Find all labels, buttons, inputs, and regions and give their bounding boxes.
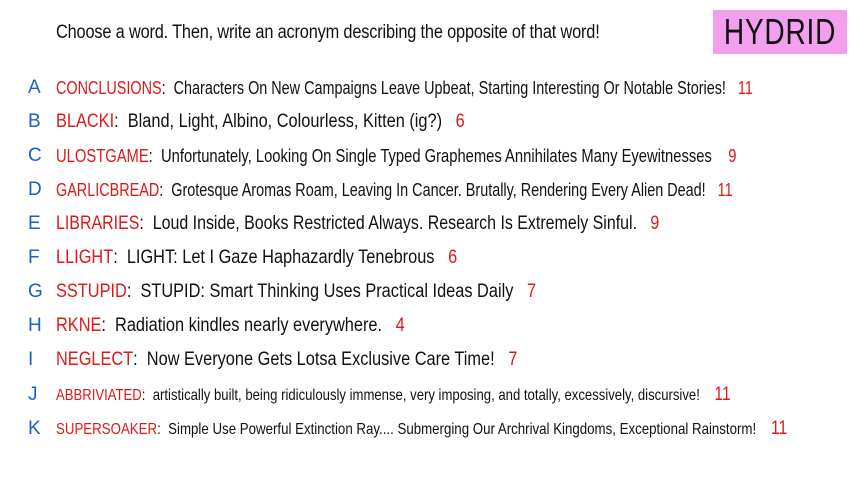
item-word: GARLICBREAD — [56, 179, 160, 200]
list-item: B BLACKI: Bland, Light, Albino, Colourle… — [28, 111, 465, 132]
item-letter: H — [28, 315, 42, 336]
instructions-text: Choose a word. Then, write an acronym de… — [56, 22, 600, 43]
item-letter: A — [28, 77, 41, 98]
list-item: G SSTUPID: STUPID: Smart Thinking Uses P… — [28, 281, 537, 302]
item-letter: G — [28, 281, 43, 302]
list-item: K SUPERSOAKER: Simple Use Powerful Extin… — [28, 418, 788, 439]
item-word: ABBRIVIATED — [56, 387, 142, 404]
item-count: 9 — [728, 145, 737, 166]
item-acronym: Grotesque Aromas Roam, Leaving In Cancer… — [171, 179, 706, 200]
item-word: SUPERSOAKER — [56, 421, 158, 438]
badge-label: HYDRID — [723, 11, 837, 52]
item-count: 4 — [395, 315, 405, 336]
item-acronym: Bland, Light, Albino, Colourless, Kitten… — [127, 111, 443, 132]
item-letter: K — [28, 418, 41, 439]
item-letter: F — [28, 247, 40, 268]
list-item: E LIBRARIES: Loud Inside, Books Restrict… — [28, 213, 660, 234]
item-acronym: artistically built, being ridiculously i… — [152, 387, 700, 404]
item-count: 6 — [455, 111, 465, 132]
list-item: J ABBRIVIATED: artistically built, being… — [28, 384, 731, 405]
item-acronym: STUPID: Smart Thinking Uses Practical Id… — [140, 281, 514, 302]
item-word: CONCLUSIONS — [56, 77, 162, 98]
item-count: 11 — [770, 418, 788, 439]
item-count: 11 — [714, 384, 731, 405]
item-word: LIBRARIES — [56, 213, 140, 234]
item-count: 9 — [650, 213, 660, 234]
list-item: D GARLICBREAD: Grotesque Aromas Roam, Le… — [28, 179, 733, 200]
item-acronym: Now Everyone Gets Lotsa Exclusive Care T… — [146, 349, 495, 370]
item-acronym: Radiation kindles nearly everywhere. — [115, 315, 383, 336]
item-acronym: Characters On New Campaigns Leave Upbeat… — [173, 77, 726, 98]
item-word: RKNE — [56, 315, 102, 336]
item-count: 11 — [737, 77, 753, 98]
item-letter: B — [28, 111, 41, 132]
list-item: F LLIGHT: LIGHT: Let I Gaze Haphazardly … — [28, 247, 458, 268]
item-acronym: LIGHT: Let I Gaze Haphazardly Tenebrous — [126, 247, 435, 268]
item-acronym: Unfortunately, Looking On Single Typed G… — [160, 145, 712, 166]
name-badge: HYDRID — [713, 10, 847, 54]
item-acronym: Loud Inside, Books Restricted Always. Re… — [152, 213, 638, 234]
item-letter: I — [28, 349, 34, 370]
item-count: 7 — [508, 349, 518, 370]
item-word: ULOSTGAME — [56, 145, 149, 166]
item-letter: J — [28, 384, 38, 405]
list-item: C ULOSTGAME: Unfortunately, Looking On S… — [28, 145, 737, 166]
item-word: SSTUPID — [56, 281, 127, 302]
item-word: LLIGHT — [56, 247, 114, 268]
item-word: BLACKI — [56, 111, 115, 132]
list-item: I NEGLECT: Now Everyone Gets Lotsa Exclu… — [28, 349, 518, 370]
item-count: 6 — [448, 247, 458, 268]
list-item: H RKNE: Radiation kindles nearly everywh… — [28, 315, 405, 336]
item-count: 7 — [526, 281, 537, 302]
item-letter: D — [28, 179, 42, 200]
item-count: 11 — [717, 179, 733, 200]
list-item: A CONCLUSIONS: Characters On New Campaig… — [28, 77, 753, 98]
item-acronym: Simple Use Powerful Extinction Ray.... S… — [168, 421, 757, 438]
item-letter: C — [28, 145, 42, 166]
item-letter: E — [28, 213, 41, 234]
item-word: NEGLECT — [56, 349, 134, 370]
